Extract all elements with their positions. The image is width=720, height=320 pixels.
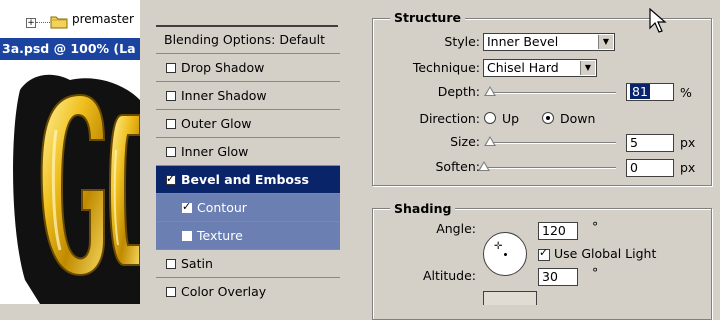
angle-dot — [504, 253, 507, 256]
style-select[interactable]: Inner Bevel ▼ — [483, 33, 615, 51]
angle-unit: ° — [592, 219, 599, 234]
style-item-satin[interactable]: Satin — [156, 250, 340, 278]
inner-glow-checkbox[interactable] — [166, 146, 176, 157]
gold-text-artwork — [13, 74, 140, 304]
slider-track — [486, 142, 616, 144]
bevel-and-emboss-checkbox[interactable] — [166, 172, 176, 186]
document-area: + premaster 3a.psd @ 100% (La — [0, 0, 140, 304]
style-item-label: Contour — [197, 200, 247, 215]
direction-up-label: Up — [502, 111, 520, 126]
soften-unit: px — [680, 160, 696, 175]
document-title[interactable]: 3a.psd @ 100% (La — [0, 38, 140, 60]
gloss-contour-preview[interactable] — [483, 291, 537, 305]
style-item-color-overlay[interactable]: Color Overlay — [156, 278, 340, 306]
dropdown-arrow-icon[interactable]: ▼ — [580, 61, 595, 75]
altitude-unit: ° — [592, 265, 599, 280]
technique-label: Technique: — [412, 60, 480, 75]
depth-value: 81 — [630, 84, 650, 99]
soften-label: Soften: — [435, 159, 481, 174]
style-item-inner-glow[interactable]: Inner Glow — [156, 138, 340, 166]
list-header-divider — [156, 0, 338, 27]
technique-select-value: Chisel Hard — [487, 60, 559, 75]
shading-title: Shading — [390, 201, 456, 216]
direction-up-radio[interactable] — [484, 112, 496, 124]
folder-icon — [50, 16, 68, 29]
style-label: Style: — [444, 34, 480, 49]
crosshair-icon: ✛ — [494, 241, 503, 252]
tree-connector — [36, 22, 50, 23]
direction-down-radio[interactable] — [542, 112, 554, 124]
texture-checkbox[interactable] — [182, 230, 192, 241]
depth-input[interactable]: 81 — [626, 83, 674, 101]
angle-input[interactable]: 120 — [538, 222, 578, 240]
style-item-label: Drop Shadow — [181, 60, 265, 75]
slider-track — [480, 167, 616, 169]
layer-group-name: premaster — [72, 12, 134, 26]
style-item-inner-shadow[interactable]: Inner Shadow — [156, 82, 340, 110]
style-item-label: Bevel and Emboss — [181, 172, 309, 187]
style-item-texture[interactable]: Texture — [156, 222, 340, 250]
layer-style-list: Blending Options: Default Drop Shadow In… — [154, 0, 340, 304]
soften-slider[interactable] — [478, 161, 616, 173]
style-item-label: Satin — [181, 256, 213, 271]
drop-shadow-checkbox[interactable] — [166, 62, 176, 73]
angle-label: Angle: — [436, 221, 476, 236]
outer-glow-checkbox[interactable] — [166, 118, 176, 129]
mouse-cursor-icon — [649, 8, 667, 33]
depth-unit: % — [680, 85, 692, 100]
angle-dial[interactable]: ✛ — [483, 232, 527, 276]
inner-shadow-checkbox[interactable] — [166, 90, 176, 101]
size-input[interactable]: 5 — [626, 134, 674, 152]
dropdown-arrow-icon[interactable]: ▼ — [598, 35, 613, 49]
structure-title: Structure — [390, 10, 465, 25]
style-item-drop-shadow[interactable]: Drop Shadow — [156, 54, 340, 82]
slider-thumb[interactable] — [484, 136, 496, 146]
soften-input[interactable]: 0 — [626, 159, 674, 177]
contour-checkbox[interactable] — [182, 200, 192, 214]
panel-gutter — [140, 0, 154, 304]
style-item-contour[interactable]: Contour — [156, 194, 340, 222]
canvas-artwork — [0, 60, 140, 304]
bevel-settings-panel: Structure Style: Inner Bevel ▼ Technique… — [340, 0, 720, 320]
depth-label: Depth: — [437, 84, 480, 99]
slider-track — [486, 92, 616, 94]
altitude-label: Altitude: — [422, 268, 476, 283]
global-light-checkbox[interactable]: ✓ — [538, 246, 550, 261]
depth-slider[interactable] — [484, 86, 616, 98]
direction-down-label: Down — [560, 111, 596, 126]
size-label: Size: — [450, 134, 480, 149]
size-unit: px — [680, 135, 696, 150]
size-slider[interactable] — [484, 136, 616, 148]
style-item-label: Color Overlay — [181, 284, 267, 299]
slider-thumb[interactable] — [478, 161, 490, 171]
technique-select[interactable]: Chisel Hard ▼ — [483, 59, 597, 77]
expand-icon[interactable]: + — [26, 18, 36, 28]
blending-options-item[interactable]: Blending Options: Default — [156, 26, 340, 54]
global-light-label: Use Global Light — [554, 246, 657, 261]
style-item-label: Outer Glow — [181, 116, 252, 131]
style-item-label: Inner Glow — [181, 144, 249, 159]
slider-thumb[interactable] — [484, 86, 496, 96]
altitude-input[interactable]: 30 — [538, 268, 578, 286]
direction-label: Direction: — [419, 111, 480, 126]
style-select-value: Inner Bevel — [487, 34, 559, 49]
use-global-light[interactable]: ✓ Use Global Light — [538, 246, 656, 261]
layer-group-row[interactable]: + premaster — [0, 0, 140, 38]
style-item-outer-glow[interactable]: Outer Glow — [156, 110, 340, 138]
style-item-label: Inner Shadow — [181, 88, 267, 103]
satin-checkbox[interactable] — [166, 258, 176, 269]
color-overlay-checkbox[interactable] — [166, 286, 176, 297]
style-item-bevel-and-emboss[interactable]: Bevel and Emboss — [156, 166, 340, 194]
style-item-label: Texture — [197, 228, 243, 243]
